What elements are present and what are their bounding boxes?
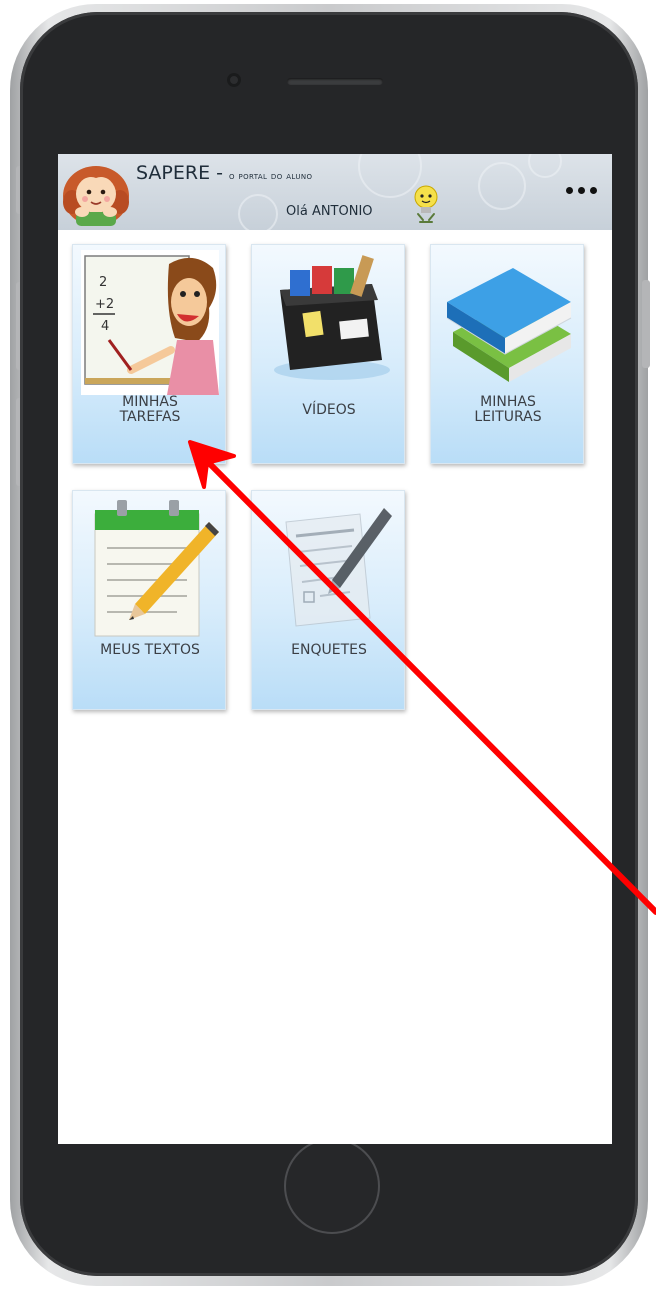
more-dot <box>589 186 597 194</box>
tile-minhas-tarefas[interactable]: 2 +2 4 MINHAS TAREFAS <box>72 244 226 464</box>
tile-label: ENQUETES <box>291 642 367 658</box>
survey-pen-icon <box>285 508 392 627</box>
tile-label: MINHAS LEITURAS <box>474 394 542 425</box>
svg-text:2: 2 <box>99 275 107 290</box>
video-box-icon <box>274 255 390 380</box>
app-header: SAPERE - o portal do aluno Olá ANTONIO <box>58 154 612 230</box>
teacher-blackboard-icon: 2 +2 4 <box>81 250 219 395</box>
menu-tiles: 2 +2 4 MINHAS TAREFAS VÍDEOS MINHAS LEIT… <box>58 230 612 1144</box>
tile-minhas-leituras[interactable]: MINHAS LEITURAS <box>430 244 584 464</box>
home-button[interactable] <box>284 1138 380 1234</box>
title-separator: - <box>216 162 223 184</box>
user-greeting: Olá ANTONIO <box>286 204 373 219</box>
power-button <box>642 280 650 368</box>
tile-label: VÍDEOS <box>302 402 356 418</box>
lightbulb-mascot-icon <box>414 185 438 223</box>
svg-text:+2: +2 <box>95 297 114 312</box>
app-subtitle: o portal do aluno <box>228 171 313 182</box>
earpiece-speaker <box>287 78 383 85</box>
front-camera <box>227 73 241 87</box>
tile-label: MEUS TEXTOS <box>100 642 200 658</box>
notepad-pencil-icon <box>94 500 219 637</box>
tile-videos[interactable]: VÍDEOS <box>251 244 405 464</box>
app-name: SAPERE <box>136 162 211 184</box>
more-dot <box>565 186 573 194</box>
app-screen: SAPERE-o portal do aluno Olá ANTONIO 2 <box>58 154 612 1144</box>
tile-meus-textos[interactable]: MEUS TEXTOS <box>72 490 226 710</box>
tile-label: MINHAS TAREFAS <box>119 394 181 425</box>
svg-text:4: 4 <box>101 319 109 334</box>
more-dot <box>577 186 585 194</box>
books-stack-icon <box>446 268 572 382</box>
more-options-button[interactable] <box>558 176 604 204</box>
app-title: SAPERE - o portal do aluno <box>136 162 312 184</box>
girl-mascot-avatar <box>63 166 129 226</box>
tile-enquetes[interactable]: ENQUETES <box>251 490 405 710</box>
